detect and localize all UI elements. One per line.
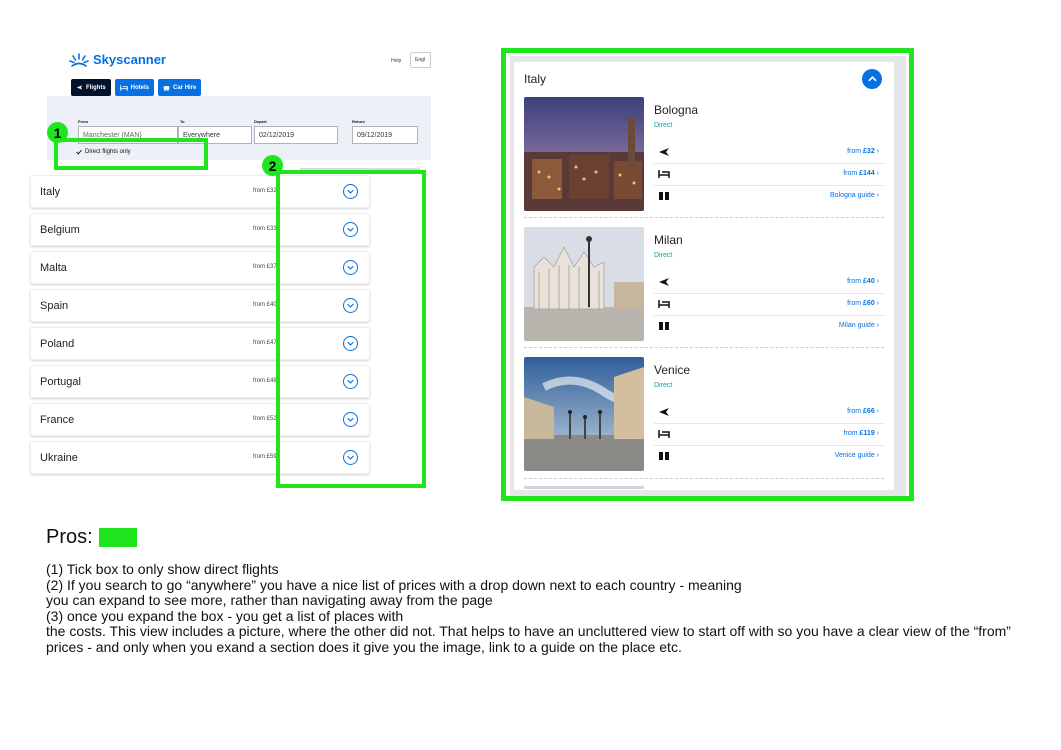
guide-link[interactable]: Bologna guide ›	[830, 192, 879, 199]
flight-price[interactable]: from £66 ›	[847, 408, 879, 415]
book-icon	[659, 192, 669, 200]
country-price: from £52	[253, 416, 277, 422]
city-divider	[524, 217, 884, 218]
plane-icon	[659, 278, 669, 286]
guide-link[interactable]: Venice guide ›	[835, 452, 879, 459]
pros-color-swatch	[98, 528, 137, 547]
chevron-up-icon[interactable]	[862, 69, 882, 89]
book-icon	[659, 452, 669, 460]
country-name: Poland	[40, 338, 75, 350]
annotation-marker-2: 2	[262, 155, 283, 176]
country-price: from £48	[253, 378, 277, 384]
hotel-price[interactable]: from £144 ›	[843, 170, 879, 177]
tab-hotels[interactable]: Hotels	[114, 79, 155, 96]
help-link[interactable]: Help	[391, 58, 401, 64]
note-line: (3) once you expand the box - you get a …	[46, 607, 404, 624]
country-price: from £59	[253, 454, 277, 460]
city-name: Milan	[654, 233, 683, 247]
guide-row[interactable]: Milan guide ›	[654, 316, 884, 337]
depart-date-input[interactable]: 02/12/2019	[254, 126, 338, 144]
note-line: you can expand to see more, rather than …	[46, 592, 493, 608]
direct-label: Direct	[654, 382, 673, 389]
bed-icon	[658, 430, 670, 438]
depart-label: Depart	[254, 119, 267, 124]
city-photo-bologna[interactable]	[524, 97, 644, 211]
car-icon	[163, 86, 170, 91]
hotel-price-row[interactable]: from £144 ›	[654, 164, 884, 186]
tab-car-hire[interactable]: Car Hire	[158, 79, 202, 96]
tab-label: Hotels	[130, 84, 150, 91]
product-tabs: Flights Hotels Car Hire	[71, 79, 202, 96]
return-date-input[interactable]: 09/12/2019	[352, 126, 418, 144]
plane-icon	[76, 85, 83, 90]
tab-label: Flights	[86, 84, 106, 91]
direct-label: Direct	[654, 252, 673, 259]
city-divider	[524, 478, 884, 479]
bed-icon	[658, 300, 670, 308]
highlight-box-direct-flights	[54, 138, 208, 170]
hotel-price[interactable]: from £60 ›	[847, 300, 879, 307]
country-name: France	[40, 414, 75, 426]
country-name: Spain	[40, 300, 69, 312]
country-price: from £32	[253, 188, 277, 194]
note-line: (1) Tick box to only show direct flights	[46, 561, 279, 577]
city-photo-milan[interactable]	[524, 227, 644, 341]
from-label: From	[78, 119, 88, 124]
bed-icon	[119, 84, 128, 91]
guide-row[interactable]: Bologna guide ›	[654, 186, 884, 207]
region-title: Italy	[524, 72, 547, 86]
city-name: Bologna	[654, 103, 699, 117]
country-name: Malta	[40, 262, 67, 274]
return-label: Return	[352, 119, 365, 124]
brand-name: Skyscanner	[93, 52, 166, 67]
note-line: the costs. This view includes a picture,…	[46, 623, 1011, 655]
scrollbar[interactable]	[524, 486, 644, 489]
skyscanner-logo[interactable]: Skyscanner	[69, 52, 166, 67]
pros-label: Pros:	[46, 526, 93, 548]
flight-price[interactable]: from £40 ›	[847, 278, 879, 285]
pros-heading: Pros:	[46, 526, 137, 549]
city-card-venice: Venice Direct from £66 › from £119 › Ven…	[524, 357, 884, 477]
flight-price-row[interactable]: from £40 ›	[654, 272, 884, 294]
note-line: (2) If you search to go “anywhere” you h…	[46, 576, 742, 593]
tab-label: Car Hire	[173, 84, 197, 91]
sunrise-logo-icon	[69, 52, 89, 67]
hotel-price[interactable]: from £119 ›	[844, 430, 879, 437]
bed-icon	[658, 170, 670, 178]
flight-price-row[interactable]: from £66 ›	[654, 402, 884, 424]
country-name: Belgium	[40, 224, 80, 236]
flight-price-row[interactable]: from £32 ›	[654, 142, 884, 164]
country-name: Portugal	[40, 376, 81, 388]
book-icon	[659, 322, 669, 330]
hotel-price-row[interactable]: from £60 ›	[654, 294, 884, 316]
highlight-box-prices	[276, 170, 426, 488]
tab-flights[interactable]: Flights	[71, 79, 111, 96]
country-price: from £40	[253, 302, 277, 308]
notes-text: (1) Tick box to only show direct flights…	[46, 561, 1051, 655]
city-divider	[524, 347, 884, 348]
guide-link[interactable]: Milan guide ›	[839, 322, 879, 329]
country-price: from £33	[253, 226, 277, 232]
direct-label: Direct	[654, 122, 673, 129]
flight-price[interactable]: from £32 ›	[847, 148, 879, 155]
country-price: from £37	[253, 264, 277, 270]
country-price: from £47	[253, 340, 277, 346]
country-name: Ukraine	[40, 452, 78, 464]
city-photo-venice[interactable]	[524, 357, 644, 471]
annotation-marker-1: 1	[47, 122, 68, 143]
city-card-bologna: Bologna Direct from £32 › from £144 › Bo…	[524, 97, 884, 217]
hotel-price-row[interactable]: from £119 ›	[654, 424, 884, 446]
city-name: Venice	[654, 363, 691, 377]
plane-icon	[659, 148, 669, 156]
guide-row[interactable]: Venice guide ›	[654, 446, 884, 467]
country-name: Italy	[40, 186, 61, 198]
language-selector[interactable]: Engl	[410, 52, 431, 68]
to-label: To	[180, 119, 185, 124]
plane-icon	[659, 408, 669, 416]
city-card-milan: Milan Direct from £40 › from £60 › Milan…	[524, 227, 884, 347]
